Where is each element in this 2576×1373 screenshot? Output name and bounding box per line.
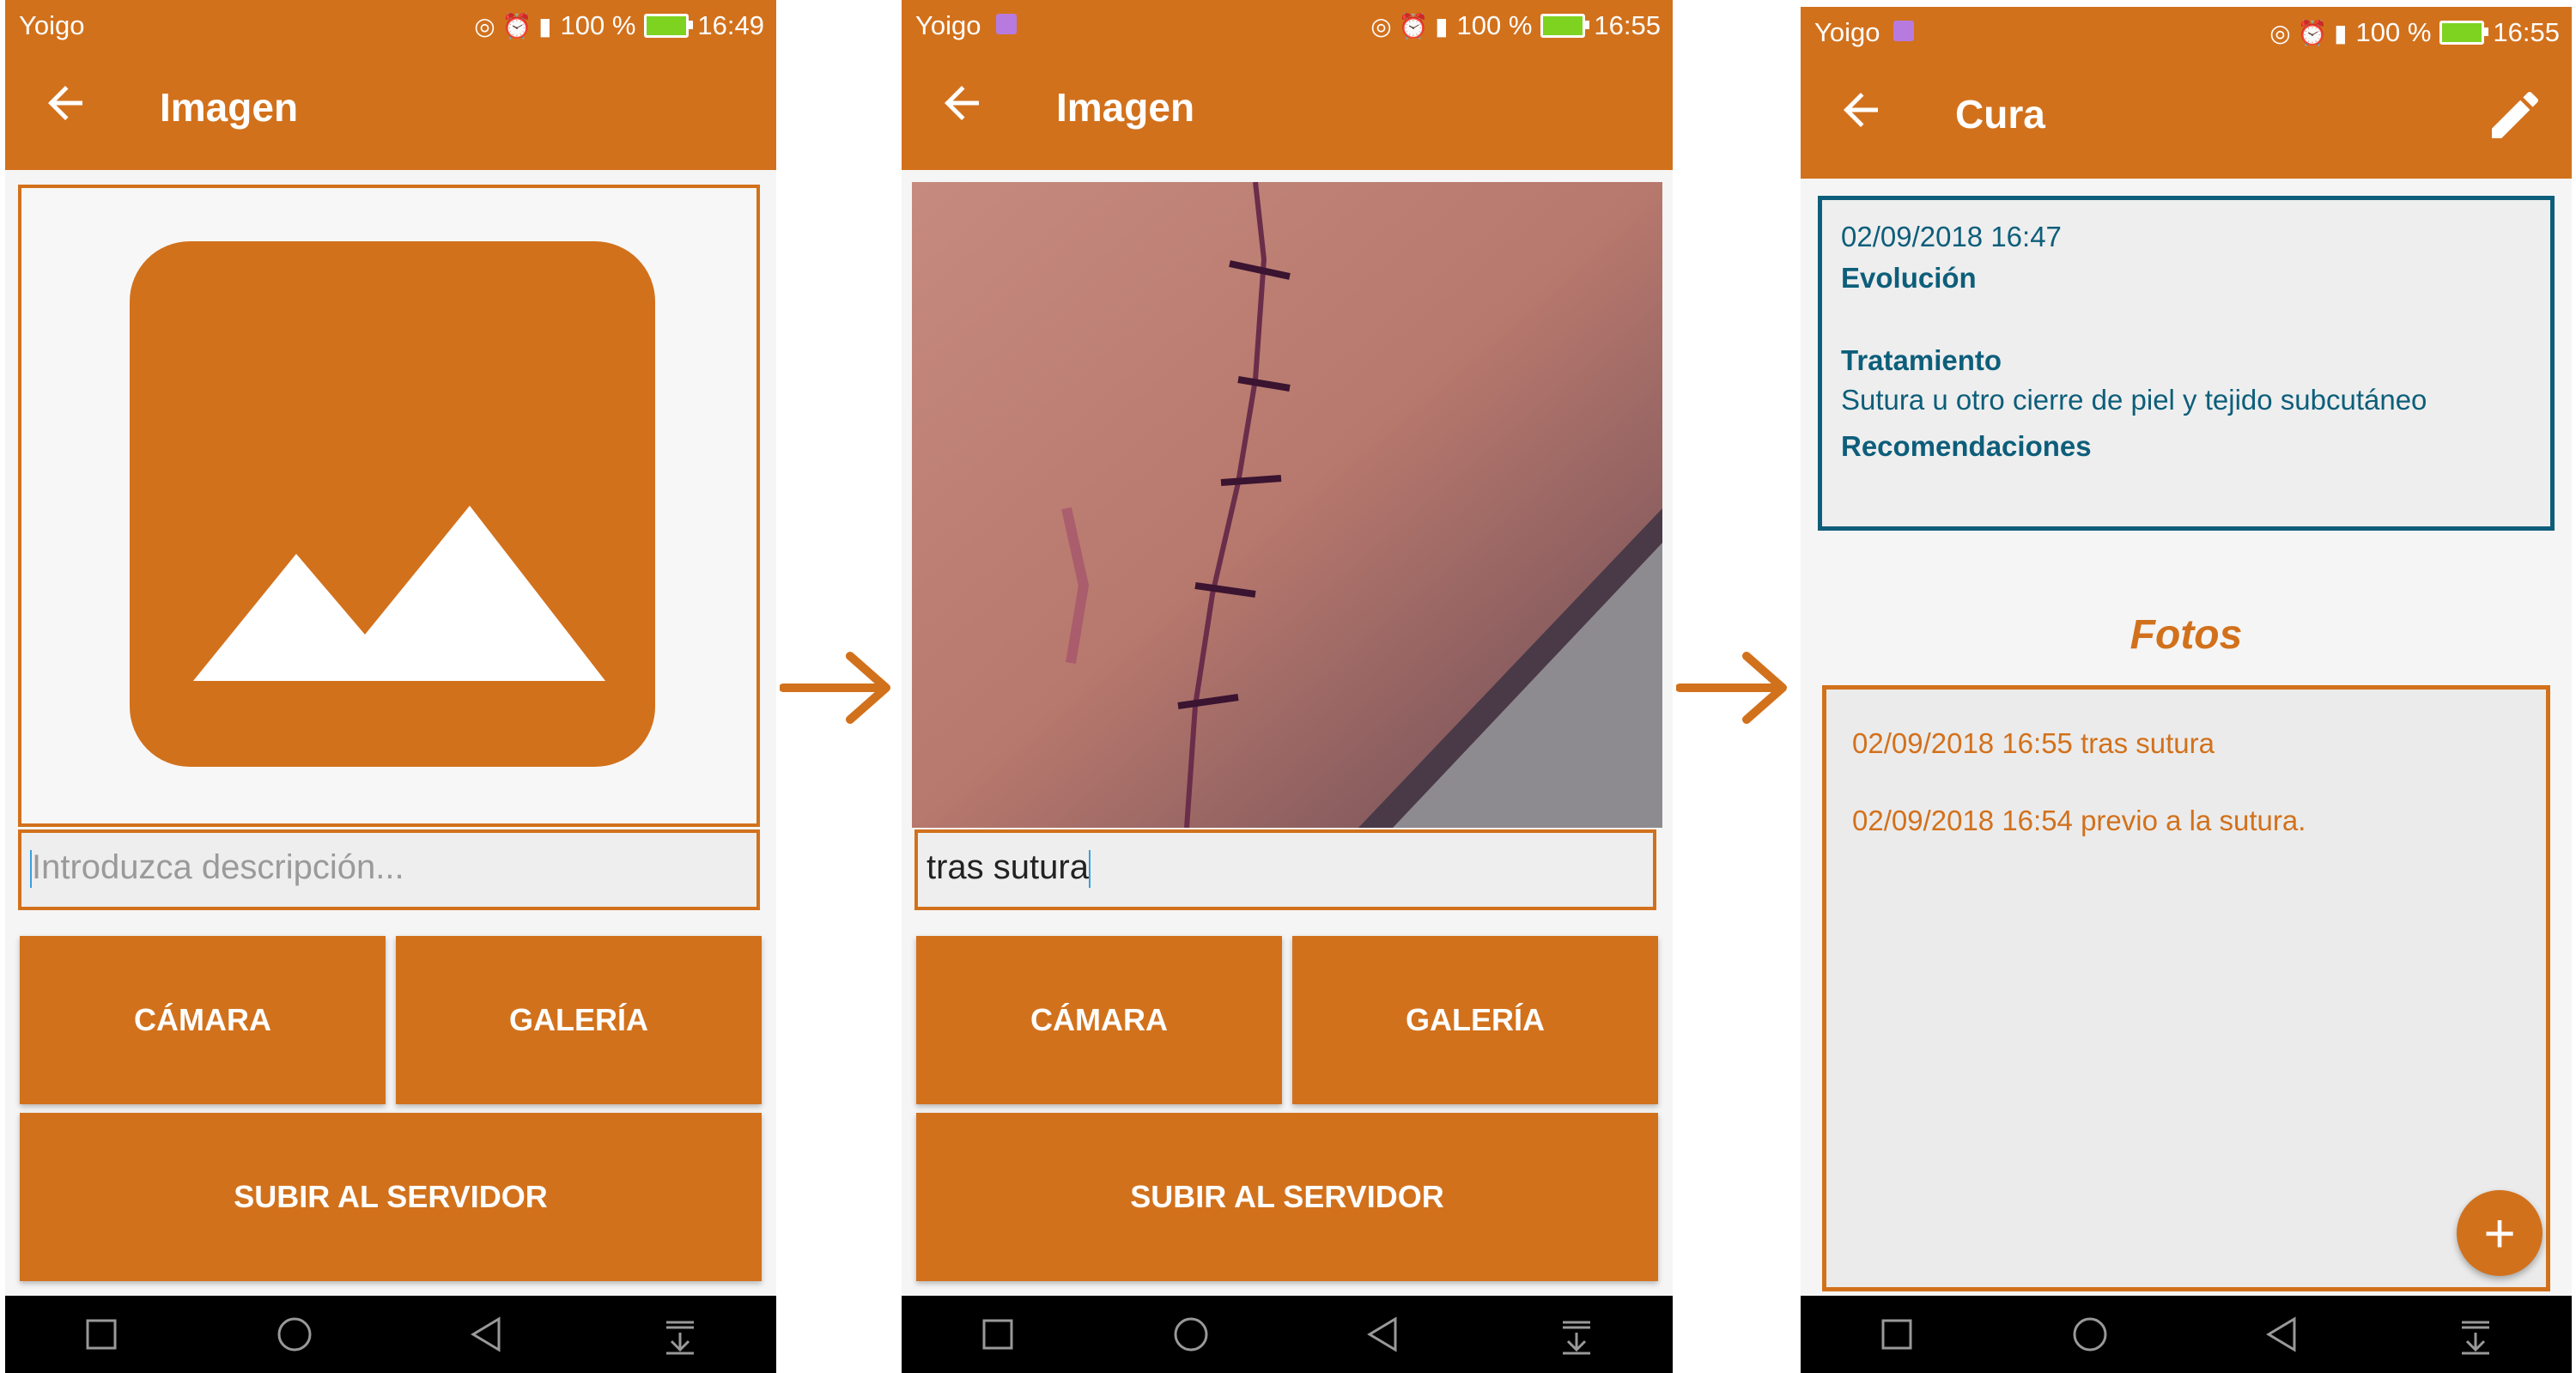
description-input[interactable]: Introduzca descripción...: [18, 829, 760, 910]
back-arrow-icon[interactable]: [1835, 84, 1886, 136]
back-arrow-icon[interactable]: [936, 77, 987, 129]
app-bar: Yoigo ◎ ⏰ ▮ 100 % 16:55 Cura: [1801, 7, 2572, 179]
battery-icon: [1540, 14, 1590, 38]
page-title: Imagen: [160, 85, 299, 130]
nav-square-icon[interactable]: [972, 1309, 1024, 1360]
card-date: 02/09/2018 16:47: [1841, 221, 2062, 252]
upload-button[interactable]: SUBIR AL SERVIDOR: [20, 1113, 762, 1281]
recommendations-label: Recomendaciones: [1841, 430, 2092, 462]
treatment-label: Tratamiento: [1841, 344, 2002, 376]
phone-screen-1: Yoigo ◎ ⏰ ▮ 100 % 16:49 Imagen Introduzc…: [5, 0, 776, 1373]
gallery-notification-icon: [996, 14, 1017, 34]
nav-triangle-icon[interactable]: [1358, 1309, 1409, 1360]
signal-icon: ◎ ⏰ ▮: [474, 12, 552, 39]
photo-list-item[interactable]: 02/09/2018 16:55 tras sutura: [1852, 727, 2520, 760]
status-right: ◎ ⏰ ▮ 100 % 16:55: [1370, 10, 1661, 41]
signal-icon: ◎ ⏰ ▮: [1370, 12, 1449, 39]
description-value: tras sutura: [927, 848, 1089, 886]
gallery-notification-icon: [1893, 21, 1914, 41]
nav-menu-icon[interactable]: [1551, 1309, 1602, 1360]
camera-button[interactable]: CÁMARA: [916, 936, 1282, 1104]
back-arrow-icon[interactable]: [39, 77, 91, 129]
signal-icon: ◎ ⏰ ▮: [2269, 19, 2348, 46]
clock: 16:49: [697, 10, 764, 40]
clock: 16:55: [2493, 17, 2560, 47]
gallery-button[interactable]: GALERÍA: [1292, 936, 1658, 1104]
image-placeholder-icon: [130, 241, 655, 767]
flow-arrow-icon: [780, 652, 890, 724]
page-title: Imagen: [1056, 85, 1195, 130]
system-nav-bar: [1801, 1296, 2572, 1373]
nav-square-icon[interactable]: [76, 1309, 127, 1360]
nav-square-icon[interactable]: [1871, 1309, 1923, 1360]
gallery-button[interactable]: GALERÍA: [396, 936, 762, 1104]
carrier-label: Yoigo: [915, 10, 981, 40]
edit-pencil-icon[interactable]: [2484, 84, 2546, 146]
status-bar: Yoigo ◎ ⏰ ▮ 100 % 16:49: [5, 0, 776, 52]
carrier-label: Yoigo: [19, 10, 85, 40]
wound-photo: [912, 182, 1662, 828]
app-bar: Yoigo ◎ ⏰ ▮ 100 % 16:49 Imagen: [5, 0, 776, 170]
app-bar: Yoigo ◎ ⏰ ▮ 100 % 16:55 Imagen: [902, 0, 1673, 170]
phone-screen-2: Yoigo ◎ ⏰ ▮ 100 % 16:55 Imagen tras sutu…: [902, 0, 1673, 1373]
status-bar: Yoigo ◎ ⏰ ▮ 100 % 16:55: [1801, 7, 2572, 58]
clock: 16:55: [1594, 10, 1661, 40]
add-photo-button[interactable]: +: [2457, 1190, 2543, 1276]
photo-list-item[interactable]: 02/09/2018 16:54 previo a la sutura.: [1852, 805, 2520, 837]
image-preview: [18, 185, 760, 827]
treatment-value: Sutura u otro cierre de piel y tejido su…: [1841, 384, 2427, 416]
system-nav-bar: [902, 1296, 1673, 1373]
carrier-label: Yoigo: [1814, 17, 1880, 47]
battery-icon: [644, 14, 694, 38]
description-placeholder: Introduzca descripción...: [32, 848, 404, 886]
nav-menu-icon[interactable]: [654, 1309, 706, 1360]
flow-arrow-icon: [1676, 652, 1787, 724]
battery-percent: 100 %: [2355, 17, 2432, 47]
photos-heading: Fotos: [2129, 612, 2243, 658]
nav-triangle-icon[interactable]: [2257, 1309, 2308, 1360]
system-nav-bar: [5, 1296, 776, 1373]
text-caret: [1088, 850, 1091, 889]
status-right: ◎ ⏰ ▮ 100 % 16:49: [474, 10, 764, 41]
nav-menu-icon[interactable]: [2450, 1309, 2501, 1360]
phone-screen-3: Yoigo ◎ ⏰ ▮ 100 % 16:55 Cura 02/09/2018 …: [1801, 7, 2572, 1373]
status-right: ◎ ⏰ ▮ 100 % 16:55: [2269, 17, 2560, 48]
nav-circle-icon[interactable]: [1165, 1309, 1217, 1360]
treatment-card[interactable]: 02/09/2018 16:47 Evolución Tratamiento S…: [1818, 196, 2555, 531]
battery-icon: [2439, 21, 2489, 45]
photos-list: 02/09/2018 16:55 tras sutura 02/09/2018 …: [1822, 685, 2550, 1291]
battery-percent: 100 %: [560, 10, 636, 40]
nav-circle-icon[interactable]: [2064, 1309, 2116, 1360]
battery-percent: 100 %: [1456, 10, 1533, 40]
nav-triangle-icon[interactable]: [461, 1309, 513, 1360]
page-title: Cura: [1955, 92, 2045, 137]
upload-button[interactable]: SUBIR AL SERVIDOR: [916, 1113, 1658, 1281]
nav-circle-icon[interactable]: [269, 1309, 320, 1360]
evolution-label: Evolución: [1841, 262, 1977, 294]
status-bar: Yoigo ◎ ⏰ ▮ 100 % 16:55: [902, 0, 1673, 52]
description-input[interactable]: tras sutura: [914, 829, 1656, 910]
camera-button[interactable]: CÁMARA: [20, 936, 386, 1104]
